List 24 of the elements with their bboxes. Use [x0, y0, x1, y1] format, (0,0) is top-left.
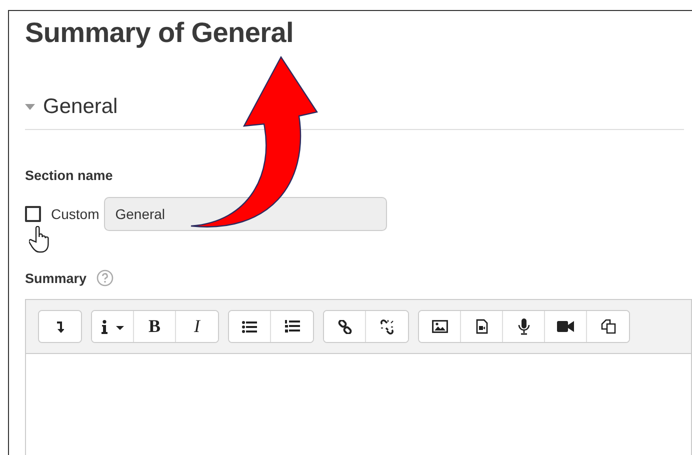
field-label: Section name — [25, 168, 114, 183]
unlink-icon — [379, 318, 395, 334]
checkbox-label: Custom — [51, 206, 100, 222]
image-icon — [432, 320, 448, 333]
microphone-icon — [518, 318, 530, 335]
info-dropdown-icon — [100, 320, 124, 334]
hand-cursor-icon — [29, 226, 51, 254]
toolbar-button[interactable] — [324, 311, 366, 342]
toolbar-button[interactable] — [92, 311, 134, 342]
down-arrow-icon — [56, 320, 64, 332]
caret-icon — [25, 102, 35, 112]
video-camera-icon — [557, 321, 574, 332]
field-label: Summary — [25, 270, 87, 286]
checkbox[interactable] — [25, 206, 41, 222]
numbered-list-icon — [284, 320, 300, 333]
section-toggle[interactable]: General — [25, 95, 118, 119]
toolbar-button[interactable] — [229, 311, 271, 342]
video-file-icon — [476, 319, 488, 334]
text-editor[interactable]: B I — [25, 299, 692, 455]
bulleted-list-icon — [242, 320, 257, 332]
page-title: Summary of General — [25, 17, 294, 49]
toolbar-button[interactable] — [419, 311, 461, 342]
link-icon — [338, 320, 352, 334]
copy-icon — [600, 319, 616, 334]
